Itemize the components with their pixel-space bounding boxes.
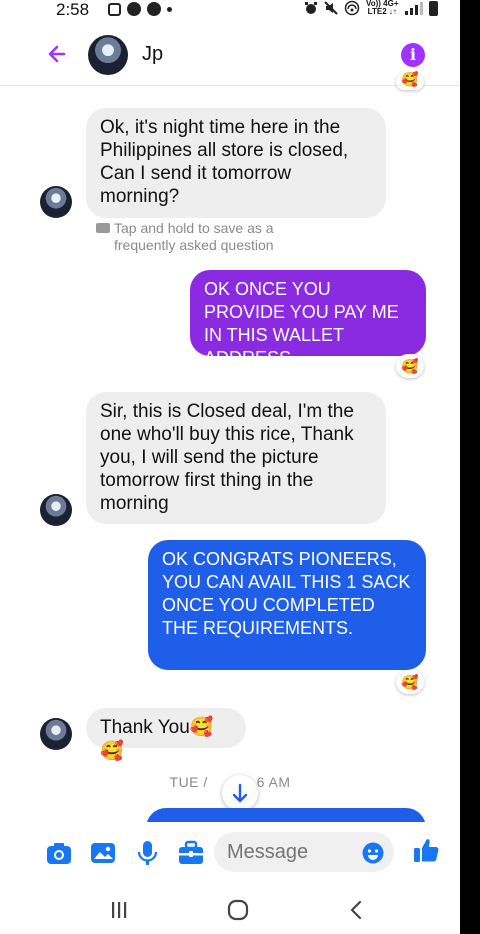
network-type-icon: Vo)) 4G+ LTE2 ↓↑ — [366, 0, 399, 16]
hotspot-icon — [344, 0, 360, 16]
messenger-notification-icon — [127, 2, 141, 16]
system-icons: Vo)) 4G+ LTE2 ↓↑ — [304, 0, 438, 16]
arrow-down-icon — [232, 783, 248, 803]
signal-icon — [404, 1, 423, 15]
status-time: 2:58 — [56, 0, 90, 19]
recents-icon[interactable] — [104, 898, 134, 922]
home-icon[interactable] — [223, 898, 253, 922]
mute-icon — [324, 1, 338, 15]
reaction-badge[interactable]: 🥰 — [396, 670, 424, 694]
system-navigation-bar — [0, 886, 460, 934]
camera-icon[interactable] — [46, 840, 72, 866]
outgoing-message[interactable]: OK CONGRATS PIONEERS, YOU CAN AVAIL THIS… — [148, 540, 426, 670]
outgoing-message[interactable]: OK ONCE YOU PROVIDE YOU PAY ME IN THIS W… — [190, 270, 426, 368]
sender-avatar[interactable] — [40, 718, 72, 750]
incoming-message[interactable]: Ok, it's night time here in the Philippi… — [86, 108, 386, 218]
back-arrow-icon[interactable] — [44, 40, 72, 68]
status-bar: 2:58 Vo)) 4G+ LTE2 ↓↑ — [0, 0, 460, 22]
battery-icon — [428, 0, 438, 16]
info-icon[interactable]: i — [401, 43, 425, 67]
emoji-icon[interactable] — [362, 842, 384, 864]
gallery-notification-icon — [108, 2, 121, 16]
microphone-icon[interactable] — [134, 840, 160, 866]
faq-icon — [96, 223, 110, 233]
scroll-to-bottom-button[interactable] — [222, 775, 258, 811]
alarm-icon — [305, 2, 317, 14]
more-notifications-icon — [167, 6, 172, 12]
reaction-badge[interactable]: 🥰 — [396, 72, 424, 90]
gallery-icon[interactable] — [90, 840, 116, 866]
messenger-notification-icon-2 — [147, 2, 161, 16]
contact-name[interactable]: Jp — [142, 43, 163, 66]
screen-edge — [460, 0, 480, 934]
incoming-message[interactable]: Thank You🥰🥰 — [86, 708, 246, 762]
back-icon[interactable] — [342, 898, 372, 922]
reaction-badge[interactable]: 🥰 — [396, 354, 424, 378]
sender-avatar[interactable] — [40, 494, 72, 526]
sender-avatar[interactable] — [40, 186, 72, 218]
phone-screen: 2:58 Vo)) 4G+ LTE2 ↓↑ Jp i 🥰 Ok, it's ni… — [0, 0, 460, 934]
conversation-header: Jp i — [0, 22, 460, 86]
notification-icons — [108, 2, 172, 16]
composer-bar — [0, 822, 460, 886]
contact-avatar[interactable] — [88, 35, 128, 75]
toolbox-icon[interactable] — [178, 840, 204, 866]
thumbs-up-icon[interactable] — [412, 836, 440, 864]
incoming-message[interactable]: Sir, this is Closed deal, I'm the one wh… — [86, 392, 386, 524]
faq-hint[interactable]: Tap and hold to save as a frequently ask… — [96, 220, 274, 254]
